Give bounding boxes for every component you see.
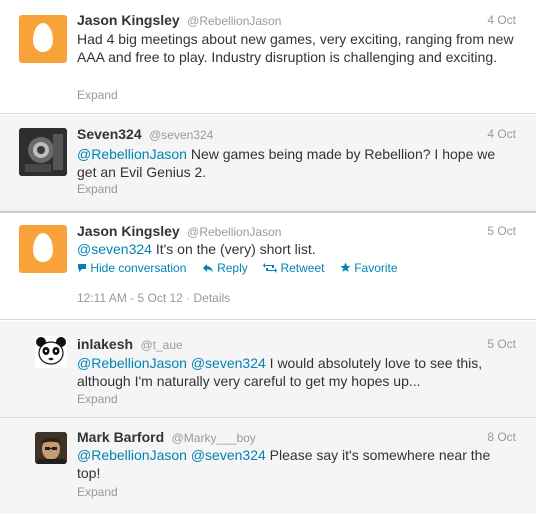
author-fullname[interactable]: Seven324	[77, 126, 142, 142]
tweet-actions: Hide conversation Reply Retweet Favorite	[77, 261, 410, 275]
tweet-text: @RebellionJason New games being made by …	[77, 145, 516, 181]
hide-conversation-label: Hide conversation	[90, 261, 187, 275]
tweet-timestamp[interactable]: 5 Oct	[487, 337, 516, 351]
author-screenname[interactable]: @t_aue	[140, 338, 182, 352]
profile-photo-icon	[19, 128, 67, 176]
avatar[interactable]	[35, 432, 67, 464]
avatar[interactable]	[19, 225, 67, 273]
tweet-text: Had 4 big meetings about new games, very…	[77, 31, 514, 65]
retweet-icon	[263, 263, 278, 273]
tweet-item-expanded[interactable]: Jason Kingsley @RebellionJason 5 Oct @se…	[0, 212, 536, 320]
speech-bubble-icon	[78, 264, 86, 272]
tweet-item[interactable]: Mark Barford @Marky___boy 8 Oct @Rebelli…	[0, 418, 536, 514]
tweet-timestamp[interactable]: 8 Oct	[487, 430, 516, 444]
star-icon	[340, 262, 351, 272]
tweet-text: @RebellionJason @seven324 I would absolu…	[77, 354, 516, 390]
mention-link[interactable]: @RebellionJason	[77, 355, 187, 371]
avatar[interactable]	[19, 128, 67, 176]
profile-photo-icon	[35, 432, 67, 464]
egg-icon	[33, 23, 53, 52]
retweet-button[interactable]: Retweet	[263, 261, 328, 275]
reply-button[interactable]: Reply	[202, 261, 251, 275]
tweet-timestamp[interactable]: 5 Oct	[487, 224, 516, 238]
mention-link[interactable]: @seven324	[191, 355, 266, 371]
expand-link[interactable]: Expand	[77, 392, 118, 406]
tweet-timestamp[interactable]: 4 Oct	[487, 13, 516, 27]
tweet-details-meta[interactable]: 12:11 AM - 5 Oct 12 · Details	[77, 291, 230, 305]
mention-link[interactable]: @seven324	[77, 241, 152, 257]
tweet-text: @RebellionJason @seven324 Please say it'…	[77, 446, 516, 482]
author-screenname[interactable]: @seven324	[149, 128, 213, 142]
avatar[interactable]	[35, 336, 67, 368]
mention-link[interactable]: @RebellionJason	[77, 146, 187, 162]
reply-arrow-icon	[202, 264, 213, 273]
reply-label: Reply	[217, 261, 248, 275]
author-screenname[interactable]: @Marky___boy	[172, 431, 256, 445]
author-screenname[interactable]: @RebellionJason	[187, 225, 281, 239]
favorite-button[interactable]: Favorite	[340, 261, 398, 275]
author-fullname[interactable]: Jason Kingsley	[77, 12, 180, 28]
expand-link[interactable]: Expand	[77, 485, 118, 499]
author-fullname[interactable]: inlakesh	[77, 336, 133, 352]
tweet-item[interactable]: inlakesh @t_aue 5 Oct @RebellionJason @s…	[0, 320, 536, 418]
tweet-item[interactable]: Jason Kingsley @RebellionJason 4 Oct Had…	[0, 0, 536, 114]
tweet-text: @seven324 It's on the (very) short list.	[77, 240, 516, 258]
tweet-timestamp[interactable]: 4 Oct	[487, 127, 516, 141]
author-screenname[interactable]: @RebellionJason	[187, 14, 281, 28]
expand-link[interactable]: Expand	[77, 182, 118, 196]
hide-conversation-button[interactable]: Hide conversation	[77, 261, 190, 275]
mention-link[interactable]: @seven324	[191, 447, 266, 463]
panda-icon	[35, 336, 67, 368]
author-fullname[interactable]: Mark Barford	[77, 429, 164, 445]
tweet-item[interactable]: Seven324 @seven324 4 Oct @RebellionJason…	[0, 114, 536, 212]
mention-link[interactable]: @RebellionJason	[77, 447, 187, 463]
tweet-timeline: Jason Kingsley @RebellionJason 4 Oct Had…	[0, 0, 536, 514]
favorite-label: Favorite	[354, 261, 398, 275]
avatar[interactable]	[19, 15, 67, 63]
egg-icon	[33, 233, 53, 262]
tweet-text-body: It's on the (very) short list.	[151, 241, 316, 257]
expand-link[interactable]: Expand	[77, 88, 118, 102]
author-fullname[interactable]: Jason Kingsley	[77, 223, 180, 239]
retweet-label: Retweet	[280, 261, 325, 275]
